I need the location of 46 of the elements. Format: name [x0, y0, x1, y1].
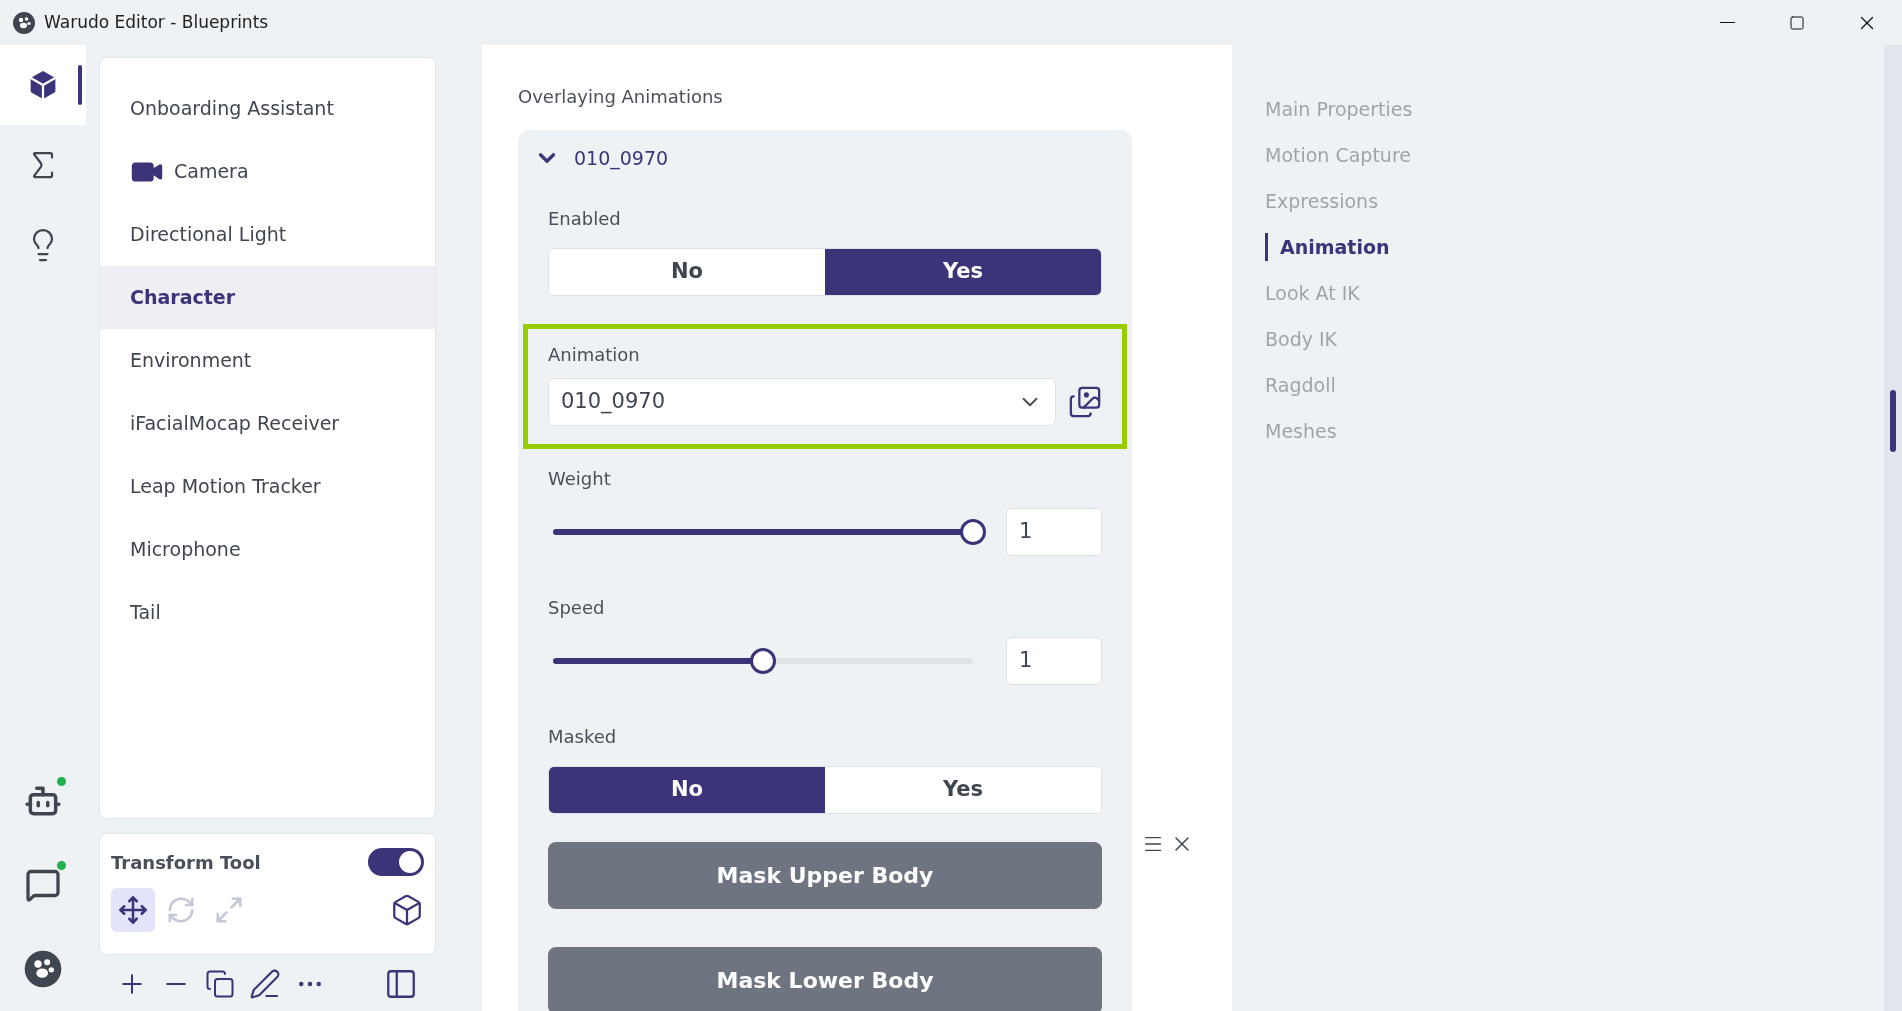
number-field[interactable]: 1 [1006, 637, 1102, 685]
cube-icon[interactable] [390, 893, 424, 927]
segment-option[interactable]: Yes [825, 249, 1101, 295]
field-label: Weight [548, 467, 612, 491]
slider[interactable] [553, 518, 986, 546]
pen-icon[interactable] [249, 968, 281, 1000]
scrollbar[interactable] [1884, 45, 1902, 1011]
maximize-icon [1789, 14, 1805, 31]
active-indicator [78, 65, 82, 105]
move-tool-button[interactable] [111, 888, 155, 932]
action-button[interactable]: Mask Upper Body [548, 842, 1102, 909]
window-title: Warudo Editor - Blueprints [44, 10, 269, 34]
diagonal-arrows-icon [214, 895, 244, 925]
slider-thumb[interactable] [750, 648, 776, 674]
copy-icon[interactable] [205, 969, 235, 999]
logo-icon [23, 949, 63, 989]
field-label: Masked [548, 725, 618, 749]
entity-list-item[interactable]: Microphone [100, 518, 435, 581]
app-logo-icon [12, 10, 36, 35]
transform-tool-label: Transform Tool [111, 850, 261, 875]
entity-list-item[interactable]: Tail [100, 581, 435, 644]
field-label: Animation [548, 343, 641, 367]
toggle-switch[interactable] [368, 848, 424, 876]
entity-list-item[interactable]: iFacialMocap Receiver [100, 392, 435, 455]
rotate-arrows-icon [166, 895, 196, 925]
entity-list-item[interactable]: Environment [100, 329, 435, 392]
segment-option[interactable]: No [549, 767, 825, 813]
entity-list-item[interactable]: Character [100, 266, 435, 329]
entity-list-item[interactable]: Directional Light [100, 203, 435, 266]
images-icon[interactable] [1068, 385, 1102, 419]
number-field[interactable]: 1 [1006, 508, 1102, 556]
field-label: Enabled [548, 207, 622, 231]
section-title: Overlaying Animations [518, 85, 724, 109]
minimize-icon [1719, 22, 1735, 23]
rail-tab[interactable] [0, 45, 86, 125]
entity-list-item[interactable]: Camera [100, 140, 435, 203]
slider-thumb[interactable] [960, 519, 986, 545]
action-button[interactable]: Mask Lower Body [548, 947, 1102, 1011]
entity-list-item[interactable]: Onboarding Assistant [100, 77, 435, 140]
move-arrows-icon [118, 895, 148, 925]
panel-toggle-icon[interactable] [384, 967, 418, 1001]
field-label: Speed [548, 596, 606, 620]
entity-list-item[interactable]: Leap Motion Tracker [100, 455, 435, 518]
speech-bubble-icon [25, 867, 61, 903]
collapsible-header[interactable]: 010_0970 [518, 130, 1132, 186]
animation-dropdown[interactable]: 010_0970 [548, 378, 1056, 426]
